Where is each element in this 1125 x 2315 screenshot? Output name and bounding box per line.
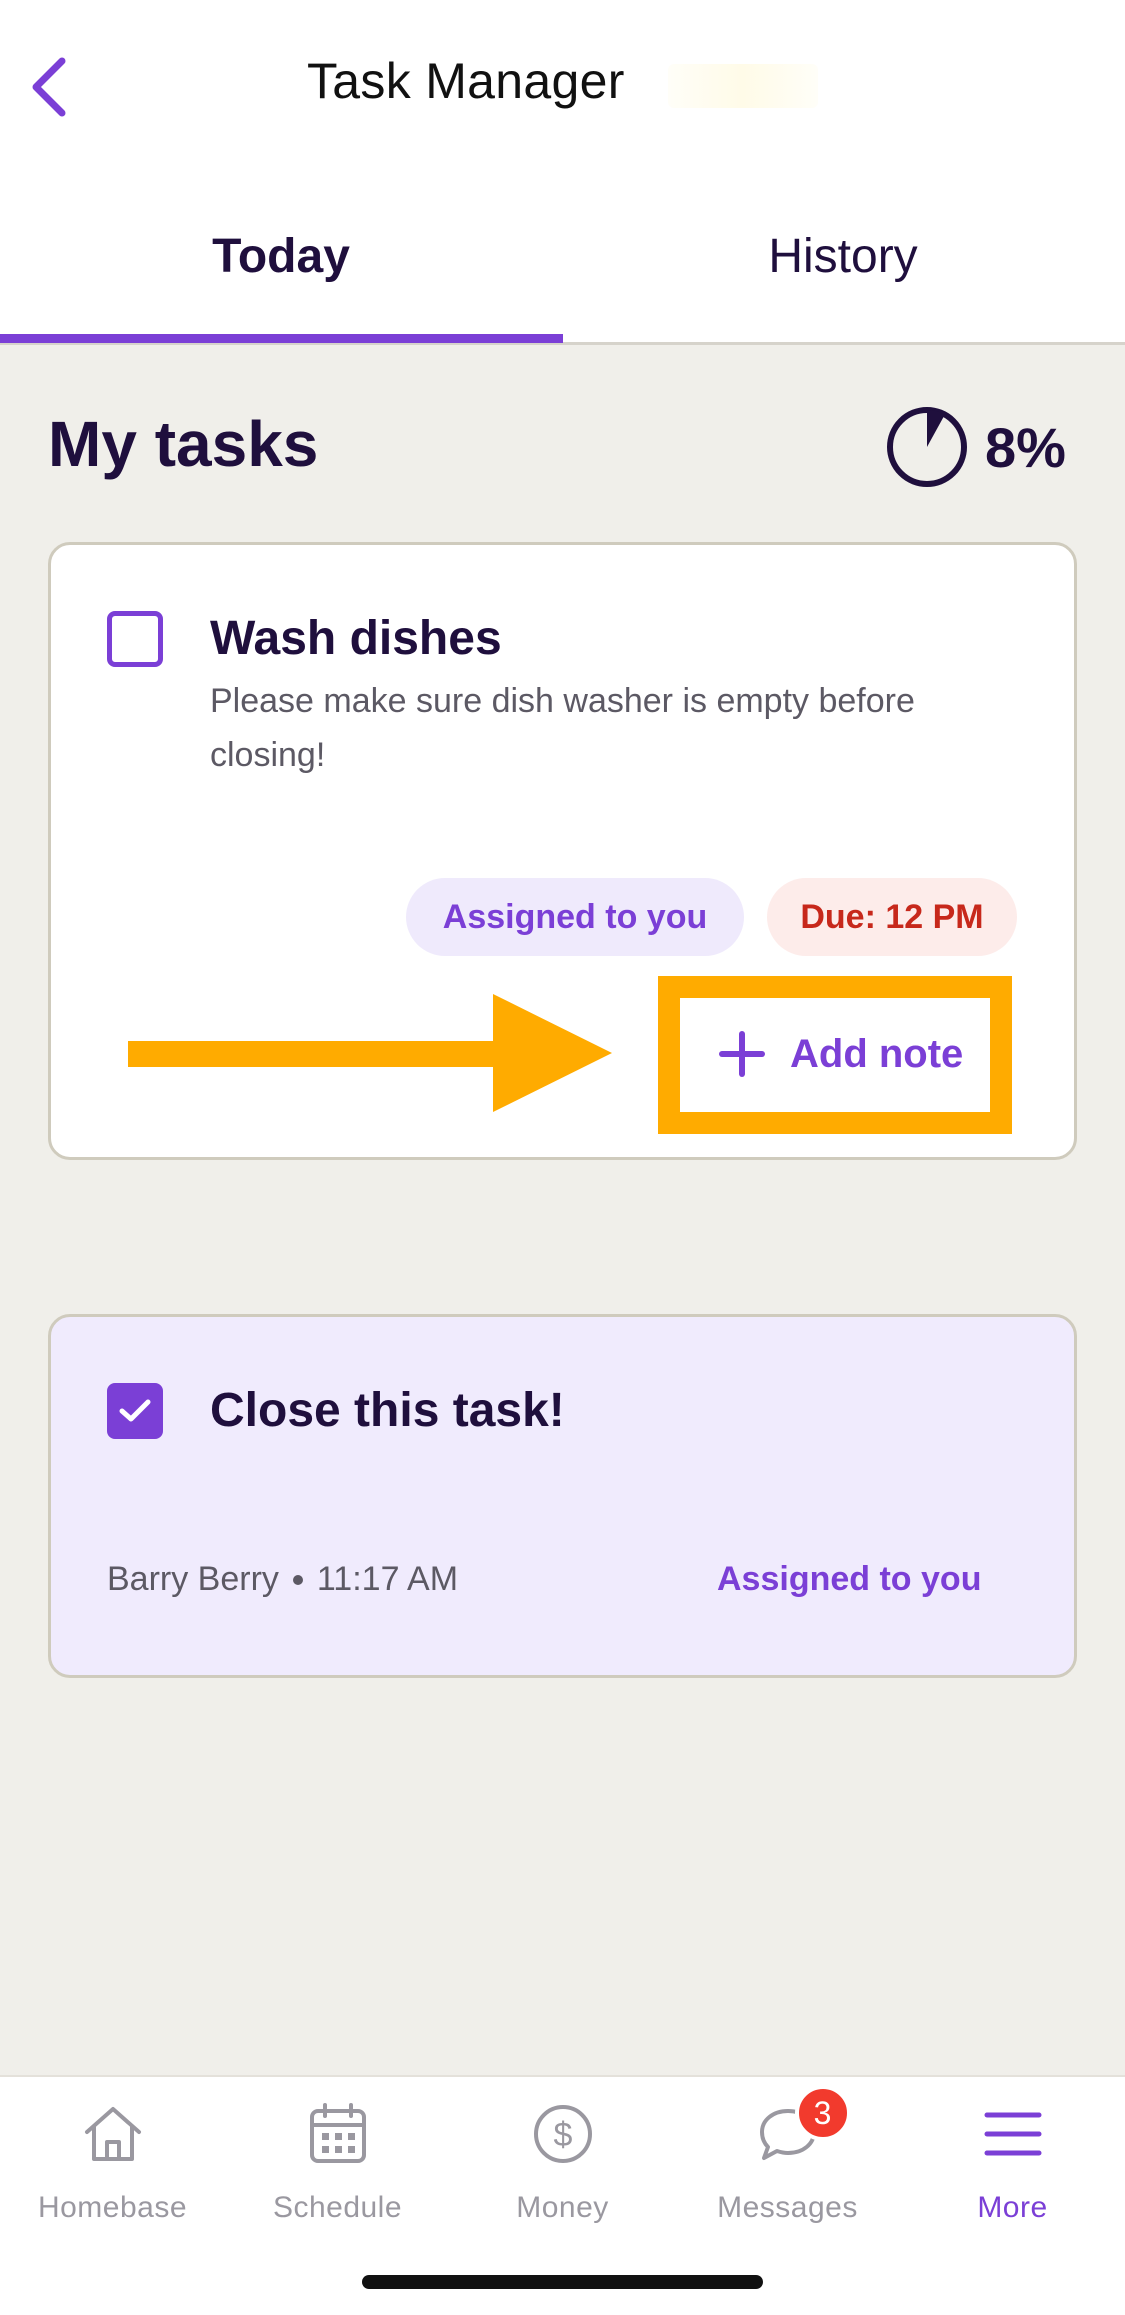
menu-icon — [978, 2099, 1048, 2169]
message-count-badge: 3 — [794, 2085, 851, 2141]
task-meta: Barry Berry 11:17 AM — [107, 1560, 458, 1599]
section-title: My tasks — [48, 408, 319, 480]
nav-label: More — [977, 2191, 1048, 2224]
nav-label: Homebase — [37, 2191, 188, 2224]
plus-icon — [719, 1031, 765, 1077]
task-card-completed — [48, 1314, 1077, 1678]
nav-money[interactable]: $ Money — [450, 2099, 675, 2249]
assigned-badge: Assigned to you — [406, 878, 744, 956]
header: Task Manager — [0, 0, 1125, 170]
progress-ring-icon — [887, 407, 967, 487]
tab-history[interactable]: History — [562, 170, 1124, 342]
chat-icon: 3 — [753, 2085, 851, 2169]
page-title: Task Manager — [307, 53, 625, 109]
task-title: Close this task! — [210, 1384, 565, 1437]
nav-schedule[interactable]: Schedule — [225, 2099, 450, 2249]
arrow-right-icon — [128, 994, 612, 1112]
nav-more[interactable]: More — [900, 2099, 1125, 2249]
add-note-label: Add note — [790, 1031, 964, 1076]
arrow-annotation — [128, 994, 612, 1117]
back-button[interactable] — [18, 52, 78, 122]
task-checkbox[interactable] — [107, 611, 163, 667]
svg-text:$: $ — [553, 2116, 572, 2154]
add-note-button[interactable]: Add note — [718, 1022, 963, 1086]
due-badge: Due: 12 PM — [767, 878, 1017, 956]
separator-dot — [292, 1574, 303, 1585]
nav-label: Schedule — [272, 2191, 403, 2224]
nav-label: Money — [516, 2191, 609, 2224]
task-title: Wash dishes — [210, 612, 502, 665]
nav-messages[interactable]: 3 Messages — [675, 2085, 900, 2249]
title-badge — [668, 64, 818, 108]
tab-bar: Today History — [0, 170, 1125, 345]
assigned-label: Assigned to you — [717, 1560, 982, 1598]
checkmark-icon — [119, 1399, 151, 1422]
home-indicator — [362, 2275, 763, 2289]
dollar-icon: $ — [528, 2099, 598, 2169]
task-description: Please make sure dish washer is empty be… — [210, 682, 915, 774]
nav-label: Messages — [717, 2191, 858, 2224]
chevron-left-icon — [32, 57, 66, 117]
home-icon — [78, 2099, 148, 2169]
completed-by: Barry Berry — [107, 1560, 279, 1598]
tab-today[interactable]: Today — [0, 170, 562, 342]
task-checkbox-checked[interactable] — [107, 1383, 163, 1439]
progress-indicator: 8% — [885, 405, 1066, 489]
completed-time: 11:17 AM — [316, 1560, 459, 1598]
active-tab-indicator — [0, 334, 563, 343]
nav-homebase[interactable]: Homebase — [0, 2099, 225, 2249]
progress-label: 8% — [985, 415, 1066, 479]
calendar-icon — [303, 2099, 373, 2169]
